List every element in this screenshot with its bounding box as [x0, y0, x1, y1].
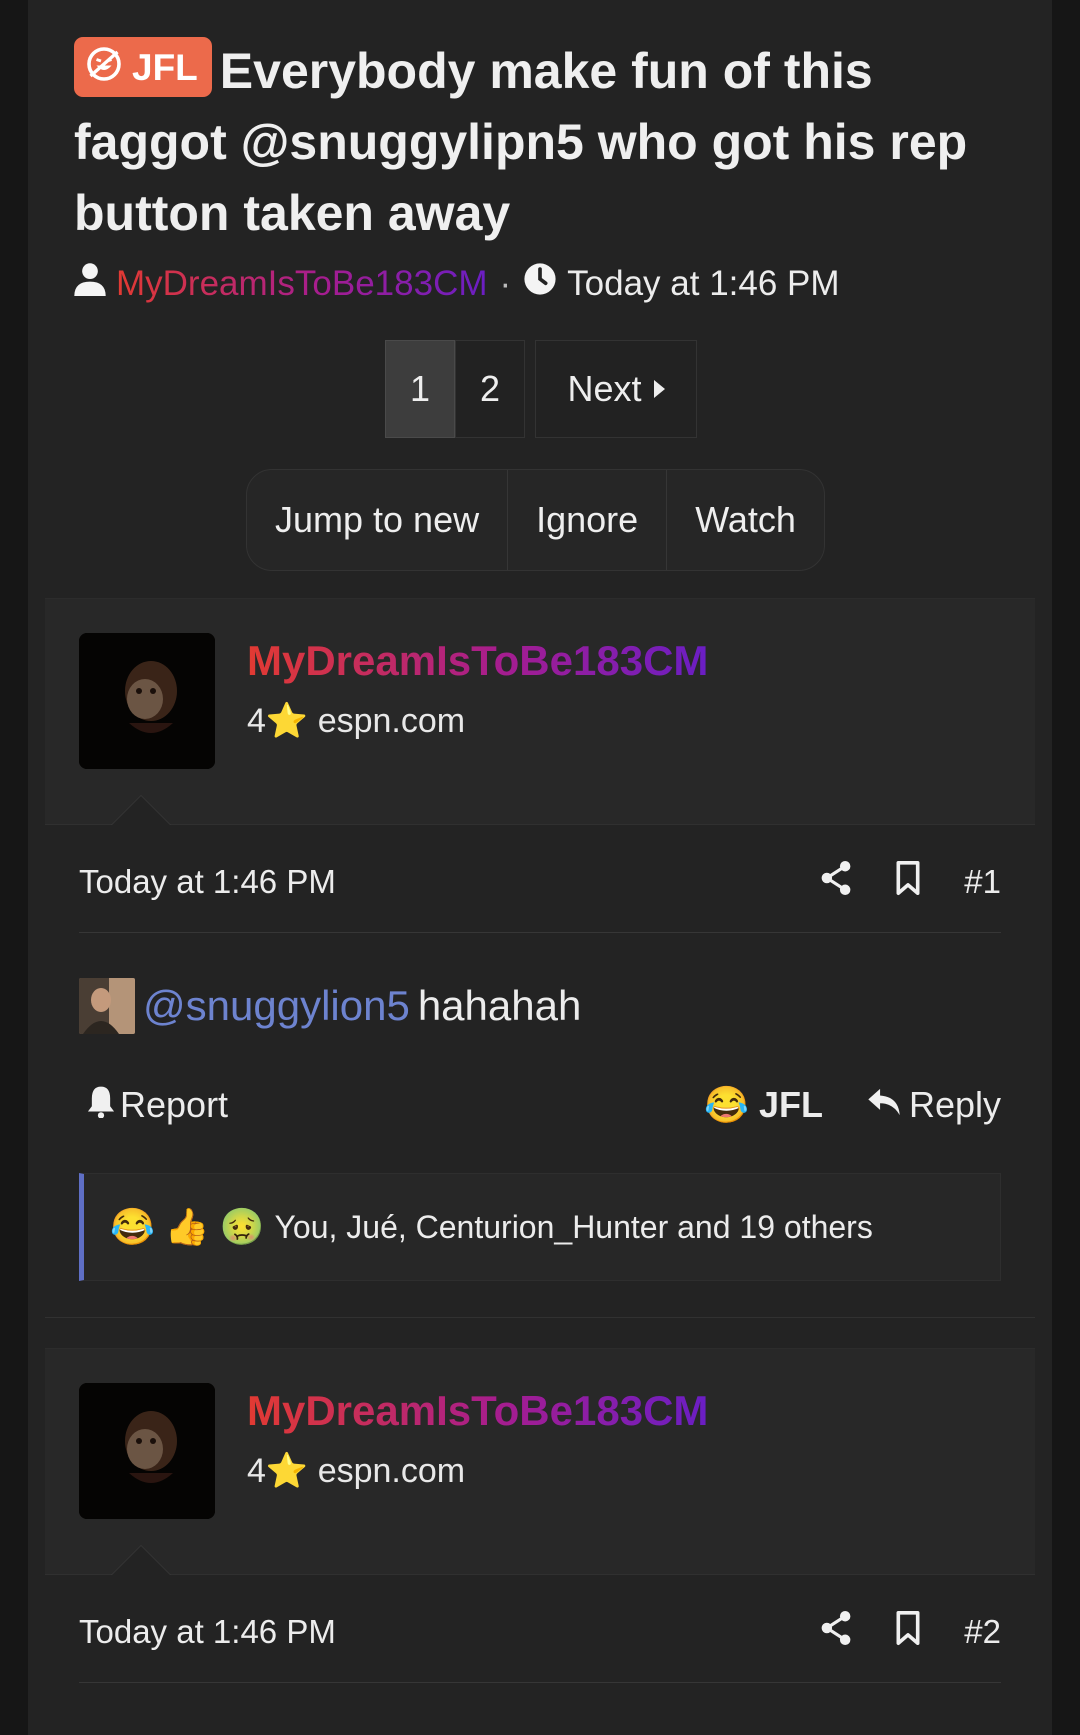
user-icon [74, 262, 106, 305]
thread-author-link[interactable]: MyDreamIsToBe183CM [116, 264, 488, 304]
user-title: 4⭐ espn.com [247, 702, 466, 740]
react-button[interactable]: 😂 JFL [704, 1084, 823, 1126]
post-user-block: MyDreamIsToBe183CM 4⭐ espn.com [45, 598, 1035, 825]
reactions-bar[interactable]: 😂 👍 🤢 You, Jué, Centurion_Hunter and 19 … [79, 1173, 1001, 1281]
thread-actions: Jump to new Ignore Watch [246, 469, 825, 571]
thread-time[interactable]: Today at 1:46 PM [567, 264, 839, 304]
next-label: Next [567, 368, 642, 409]
post-tools: #2 [820, 1610, 1001, 1654]
share-icon[interactable] [820, 1611, 852, 1653]
thumbs-up-icon: 👍 [164, 1206, 210, 1247]
avatar[interactable] [79, 1383, 215, 1519]
page-2-button[interactable]: 2 [455, 340, 525, 438]
nauseated-emoji-icon: 🤢 [219, 1206, 265, 1247]
reply-label: Reply [908, 1084, 1001, 1125]
watch-button[interactable]: Watch [667, 470, 824, 570]
post-time[interactable]: Today at 1:46 PM [79, 1613, 820, 1651]
bookmark-icon[interactable] [894, 1610, 922, 1654]
post-meta-bar: Today at 1:46 PM #2 [79, 1582, 1001, 1683]
share-icon[interactable] [820, 861, 852, 903]
laughing-emoji-icon: 😂 [110, 1206, 155, 1247]
next-page-button[interactable]: Next [535, 340, 697, 438]
post-divider [45, 1317, 1035, 1318]
post-number[interactable]: #1 [964, 863, 1001, 901]
post-username[interactable]: MyDreamIsToBe183CM [247, 637, 708, 685]
laughing-emoji-icon: 😂 [704, 1084, 749, 1125]
meta-separator: · [499, 263, 512, 303]
ignore-button[interactable]: Ignore [508, 470, 668, 570]
thread-title: JFL Everybody make fun of this faggot @s… [74, 36, 1004, 249]
thread-meta: MyDreamIsToBe183CM · Today at 1:46 PM [74, 262, 840, 305]
bell-icon [86, 1084, 116, 1127]
caret-right-icon [653, 380, 665, 398]
post-username[interactable]: MyDreamIsToBe183CM [247, 1387, 708, 1435]
thread-header: JFL Everybody make fun of this faggot @s… [74, 36, 1004, 249]
pagination: 1 2 Next [385, 340, 697, 440]
post-time[interactable]: Today at 1:46 PM [79, 863, 820, 901]
prefix-laugh-icon [86, 46, 122, 88]
reply-icon [867, 1084, 901, 1126]
prefix-label[interactable]: JFL [74, 37, 212, 97]
user-title: 4⭐ espn.com [247, 1452, 466, 1490]
prefix-text: JFL [132, 46, 198, 88]
post-number[interactable]: #2 [964, 1613, 1001, 1651]
post-user-block: MyDreamIsToBe183CM 4⭐ espn.com [45, 1348, 1035, 1575]
avatar[interactable] [79, 633, 215, 769]
reaction-summary[interactable]: You, Jué, Centurion_Hunter and 19 others [274, 1209, 872, 1246]
page: JFL Everybody make fun of this faggot @s… [28, 0, 1052, 1735]
post-tools: #1 [820, 860, 1001, 904]
jump-to-new-button[interactable]: Jump to new [247, 470, 509, 570]
reply-button[interactable]: Reply [867, 1084, 1001, 1126]
page-1-button[interactable]: 1 [385, 340, 455, 438]
bookmark-icon[interactable] [894, 860, 922, 904]
clock-icon [523, 262, 557, 305]
post-actions: Report 😂 JFL Reply [86, 1075, 1001, 1135]
mention-link[interactable]: @snuggylion5 [143, 982, 410, 1030]
user-arrow [111, 795, 171, 825]
mention-avatar [79, 978, 135, 1034]
post-meta-bar: Today at 1:46 PM #1 [79, 832, 1001, 933]
post-body: @snuggylion5 hahahah [79, 978, 581, 1034]
report-label: Report [120, 1084, 229, 1125]
react-label: JFL [758, 1084, 823, 1125]
report-button[interactable]: Report [86, 1084, 704, 1127]
user-arrow [111, 1545, 171, 1575]
post-text: hahahah [417, 982, 582, 1029]
